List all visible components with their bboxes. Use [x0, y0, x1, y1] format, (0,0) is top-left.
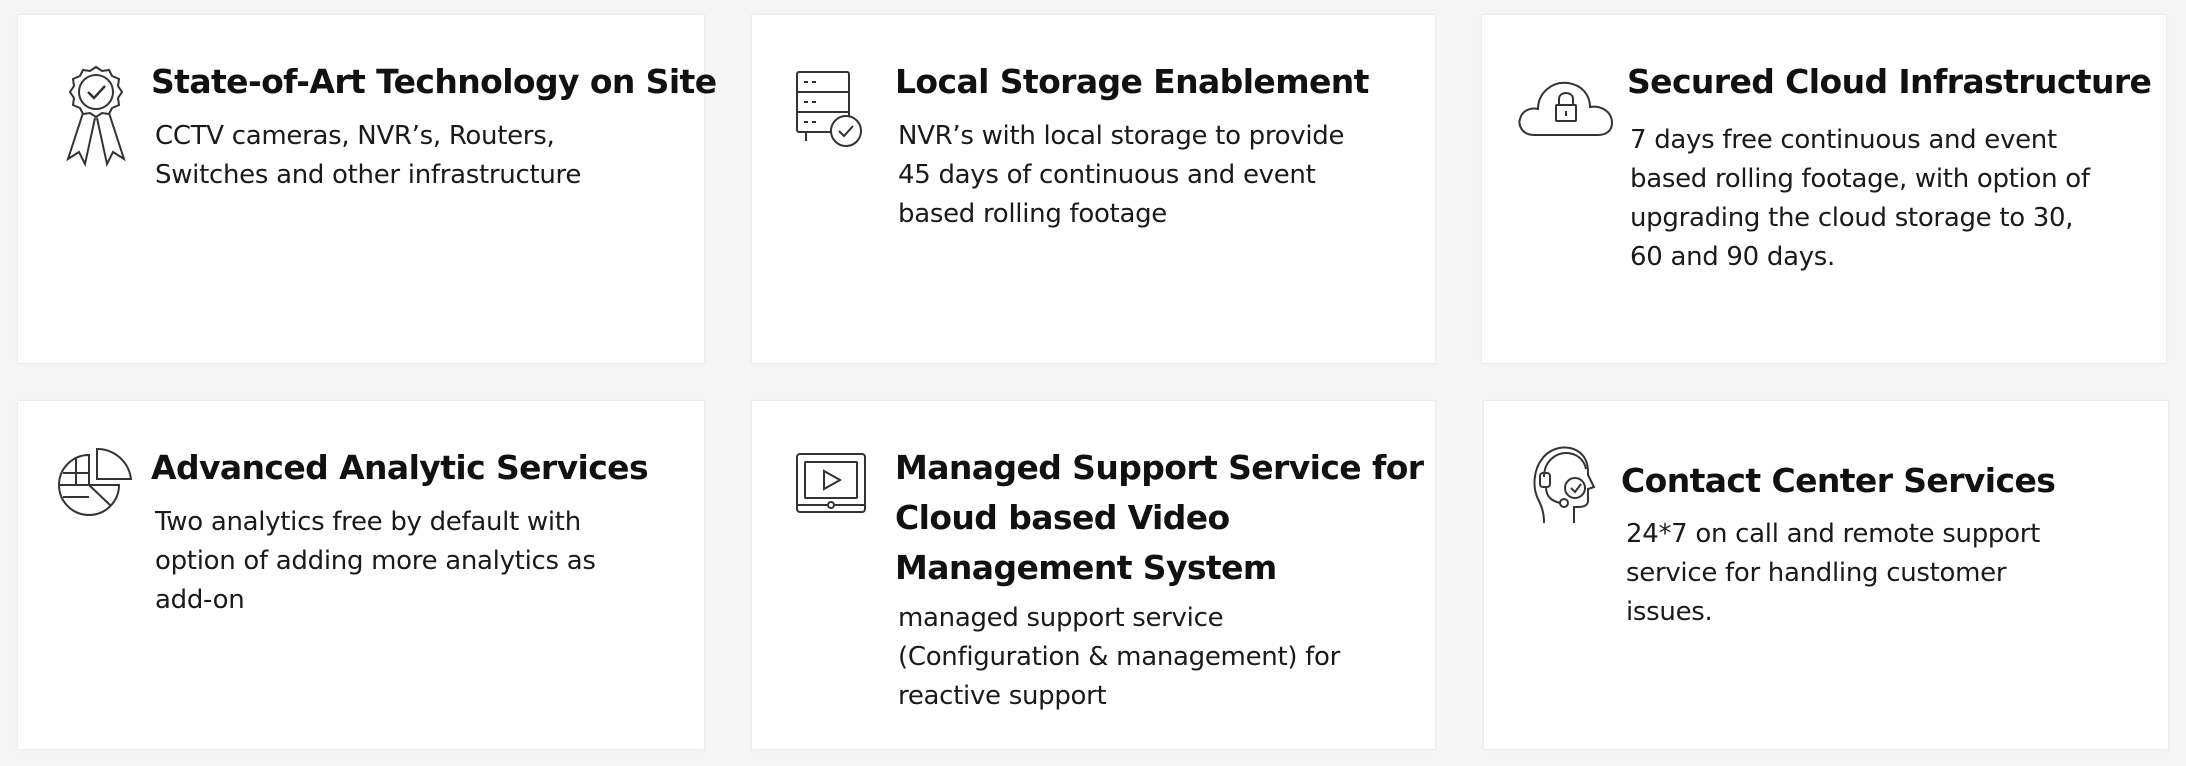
service-description: 24*7 on call and remote support service …: [1626, 519, 2040, 627]
headset-agent-icon: [1530, 441, 1596, 529]
service-description: NVR’s with local storage to provide 45 d…: [898, 121, 1345, 229]
service-title-line: Cloud based Video: [895, 498, 1230, 537]
service-title-line: Managed Support Service for: [895, 448, 1424, 487]
pie-chart-icon: [56, 447, 134, 525]
service-title-line: Management System: [895, 548, 1277, 587]
service-title: Local Storage Enablement: [895, 62, 1369, 101]
server-storage-icon: [794, 69, 864, 149]
service-card-analytics: Advanced Analytic Services Two analytics…: [17, 400, 705, 750]
award-ribbon-icon: [58, 61, 134, 173]
service-card-technology: State-of-Art Technology on Site CCTV cam…: [17, 14, 717, 364]
service-card-contact-center: Contact Center Services 24*7 on call and…: [1483, 400, 2169, 750]
service-title: State-of-Art Technology on Site: [151, 62, 717, 101]
service-card-managed-support: Managed Support Service for Cloud based …: [751, 400, 1436, 750]
service-title: Contact Center Services: [1621, 461, 2056, 500]
service-description: managed support service (Configuration &…: [898, 603, 1340, 711]
service-description: 7 days free continuous and event based r…: [1630, 125, 2090, 272]
service-card-cloud: Secured Cloud Infrastructure 7 days free…: [1481, 14, 2167, 364]
service-card-local-storage: Local Storage Enablement NVR’s with loca…: [751, 14, 1436, 364]
cloud-lock-icon: [1516, 73, 1616, 141]
service-title: Secured Cloud Infrastructure: [1627, 62, 2152, 101]
service-description: Two analytics free by default with optio…: [155, 507, 596, 615]
service-title: Advanced Analytic Services: [151, 448, 649, 487]
video-monitor-icon: [794, 451, 868, 517]
service-description: CCTV cameras, NVR’s, Routers, Switches a…: [155, 121, 582, 190]
